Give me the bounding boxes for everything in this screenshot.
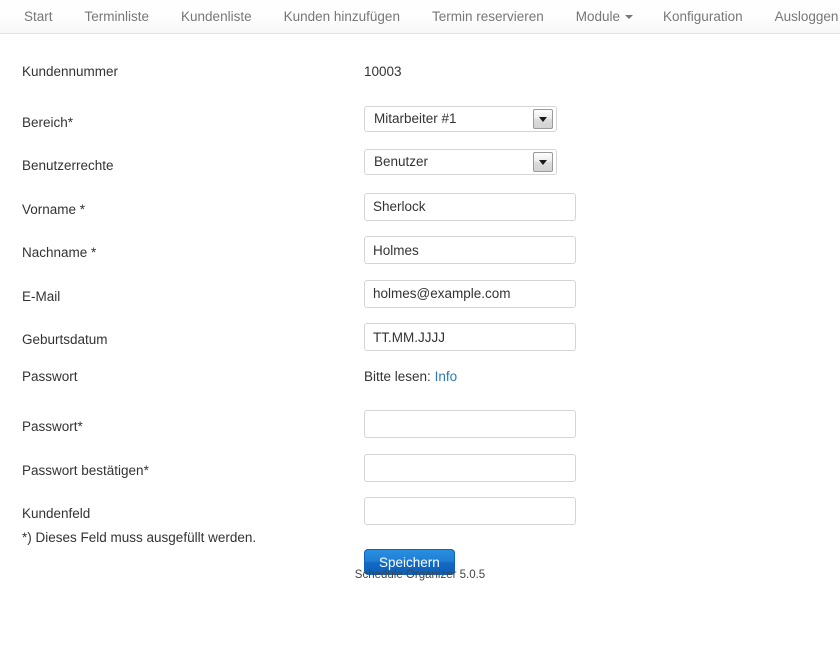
nav-item-label: Konfiguration <box>663 9 743 24</box>
chevron-down-icon[interactable] <box>533 152 553 172</box>
main-navigation-bar: Start Terminliste Kundenliste Kunden hin… <box>0 0 840 34</box>
nav-item-label: Module <box>575 9 621 24</box>
select-benutzerrechte[interactable]: Benutzer <box>364 149 557 175</box>
label-passwort-required: Passwort* <box>22 419 83 434</box>
nav-item-kundenliste[interactable]: Kundenliste <box>165 0 268 33</box>
label-passwort: Passwort <box>22 368 78 384</box>
nav-list: Start Terminliste Kundenliste Kunden hin… <box>0 0 840 33</box>
chevron-down-icon[interactable] <box>533 108 553 129</box>
customer-form: Kundennummer 10003 Bereich* Mitarbeiter … <box>0 34 840 581</box>
form-row-passwort-bestaetigen: Passwort bestätigen* <box>0 453 840 498</box>
chevron-down-icon <box>625 15 634 20</box>
nav-item-termin-reservieren[interactable]: Termin reservieren <box>416 0 560 33</box>
field-passwort-info: Bitte lesen: Info <box>364 367 457 387</box>
form-row-kundennummer: Kundennummer 10003 <box>0 62 840 106</box>
kundenfeld-input[interactable] <box>364 497 576 525</box>
email-input[interactable] <box>364 279 576 308</box>
form-row-passwort-info: Passwort Bitte lesen: Info <box>0 367 840 411</box>
nav-item-label: Termin reservieren <box>431 9 544 24</box>
form-row-benutzerrechte: Benutzerrechte Benutzer <box>0 149 840 193</box>
nav-item-label: Kunden hinzufügen <box>283 9 400 24</box>
form-row-vorname: Vorname * <box>0 192 840 237</box>
field-kundenfeld <box>364 497 576 525</box>
nav-item-label: Kundenliste <box>181 9 252 24</box>
label-nachname: Nachname * <box>22 245 97 260</box>
select-bereich[interactable]: Mitarbeiter #1 <box>364 105 557 132</box>
nachname-input[interactable] <box>364 236 576 264</box>
field-geburtsdatum <box>364 323 576 351</box>
form-row-email: E-Mail <box>0 279 840 324</box>
field-nachname <box>364 236 576 264</box>
form-row-nachname: Nachname * <box>0 236 840 280</box>
required-field-note: *) Dieses Feld muss ausgefüllt werden. <box>22 530 257 545</box>
nav-item-start[interactable]: Start <box>8 0 69 33</box>
field-email <box>364 279 576 308</box>
nav-item-kunden-hinzufuegen[interactable]: Kunden hinzufügen <box>268 0 416 33</box>
label-kundenfeld: Kundenfeld <box>22 506 91 521</box>
field-benutzerrechte: Benutzer <box>364 149 557 175</box>
form-row-bereich: Bereich* Mitarbeiter #1 <box>0 105 840 150</box>
nav-item-module[interactable]: Module <box>560 0 647 33</box>
vorname-input[interactable] <box>364 192 576 221</box>
form-row-geburtsdatum: Geburtsdatum <box>0 323 840 367</box>
nav-item-terminliste[interactable]: Terminliste <box>69 0 166 33</box>
select-bereich-value: Mitarbeiter #1 <box>374 110 457 126</box>
nav-item-label: Start <box>24 9 53 24</box>
passwort-bestaetigen-input[interactable] <box>364 453 576 482</box>
footer-version-text: Schedule Organizer 5.0.5 <box>354 569 486 581</box>
value-kundennummer: 10003 <box>364 64 402 79</box>
password-info-text: Bitte lesen: <box>364 368 431 384</box>
label-passwort-bestaetigen: Passwort bestätigen* <box>22 462 149 478</box>
passwort-input[interactable] <box>364 410 576 438</box>
label-geburtsdatum: Geburtsdatum <box>22 332 108 347</box>
field-kundennummer: 10003 <box>364 62 402 82</box>
password-info-line: Bitte lesen: Info <box>364 367 457 387</box>
field-bereich: Mitarbeiter #1 <box>364 105 557 132</box>
field-passwort-bestaetigen <box>364 453 576 482</box>
label-bereich: Bereich* <box>22 114 74 130</box>
label-vorname: Vorname * <box>22 201 86 217</box>
select-benutzerrechte-value: Benutzer <box>374 154 429 169</box>
nav-item-label: Ausloggen <box>774 9 839 24</box>
field-passwort <box>364 410 576 438</box>
geburtsdatum-input[interactable] <box>364 323 576 351</box>
label-email: E-Mail <box>22 288 61 304</box>
nav-item-konfiguration[interactable]: Konfiguration <box>647 0 759 33</box>
password-info-link[interactable]: Info <box>435 369 458 384</box>
field-vorname <box>364 192 576 221</box>
label-kundennummer: Kundennummer <box>22 64 119 79</box>
nav-item-ausloggen[interactable]: Ausloggen <box>759 0 840 33</box>
label-benutzerrechte: Benutzerrechte <box>22 158 114 173</box>
form-row-passwort: Passwort* <box>0 410 840 454</box>
nav-item-label: Terminliste <box>84 9 150 24</box>
